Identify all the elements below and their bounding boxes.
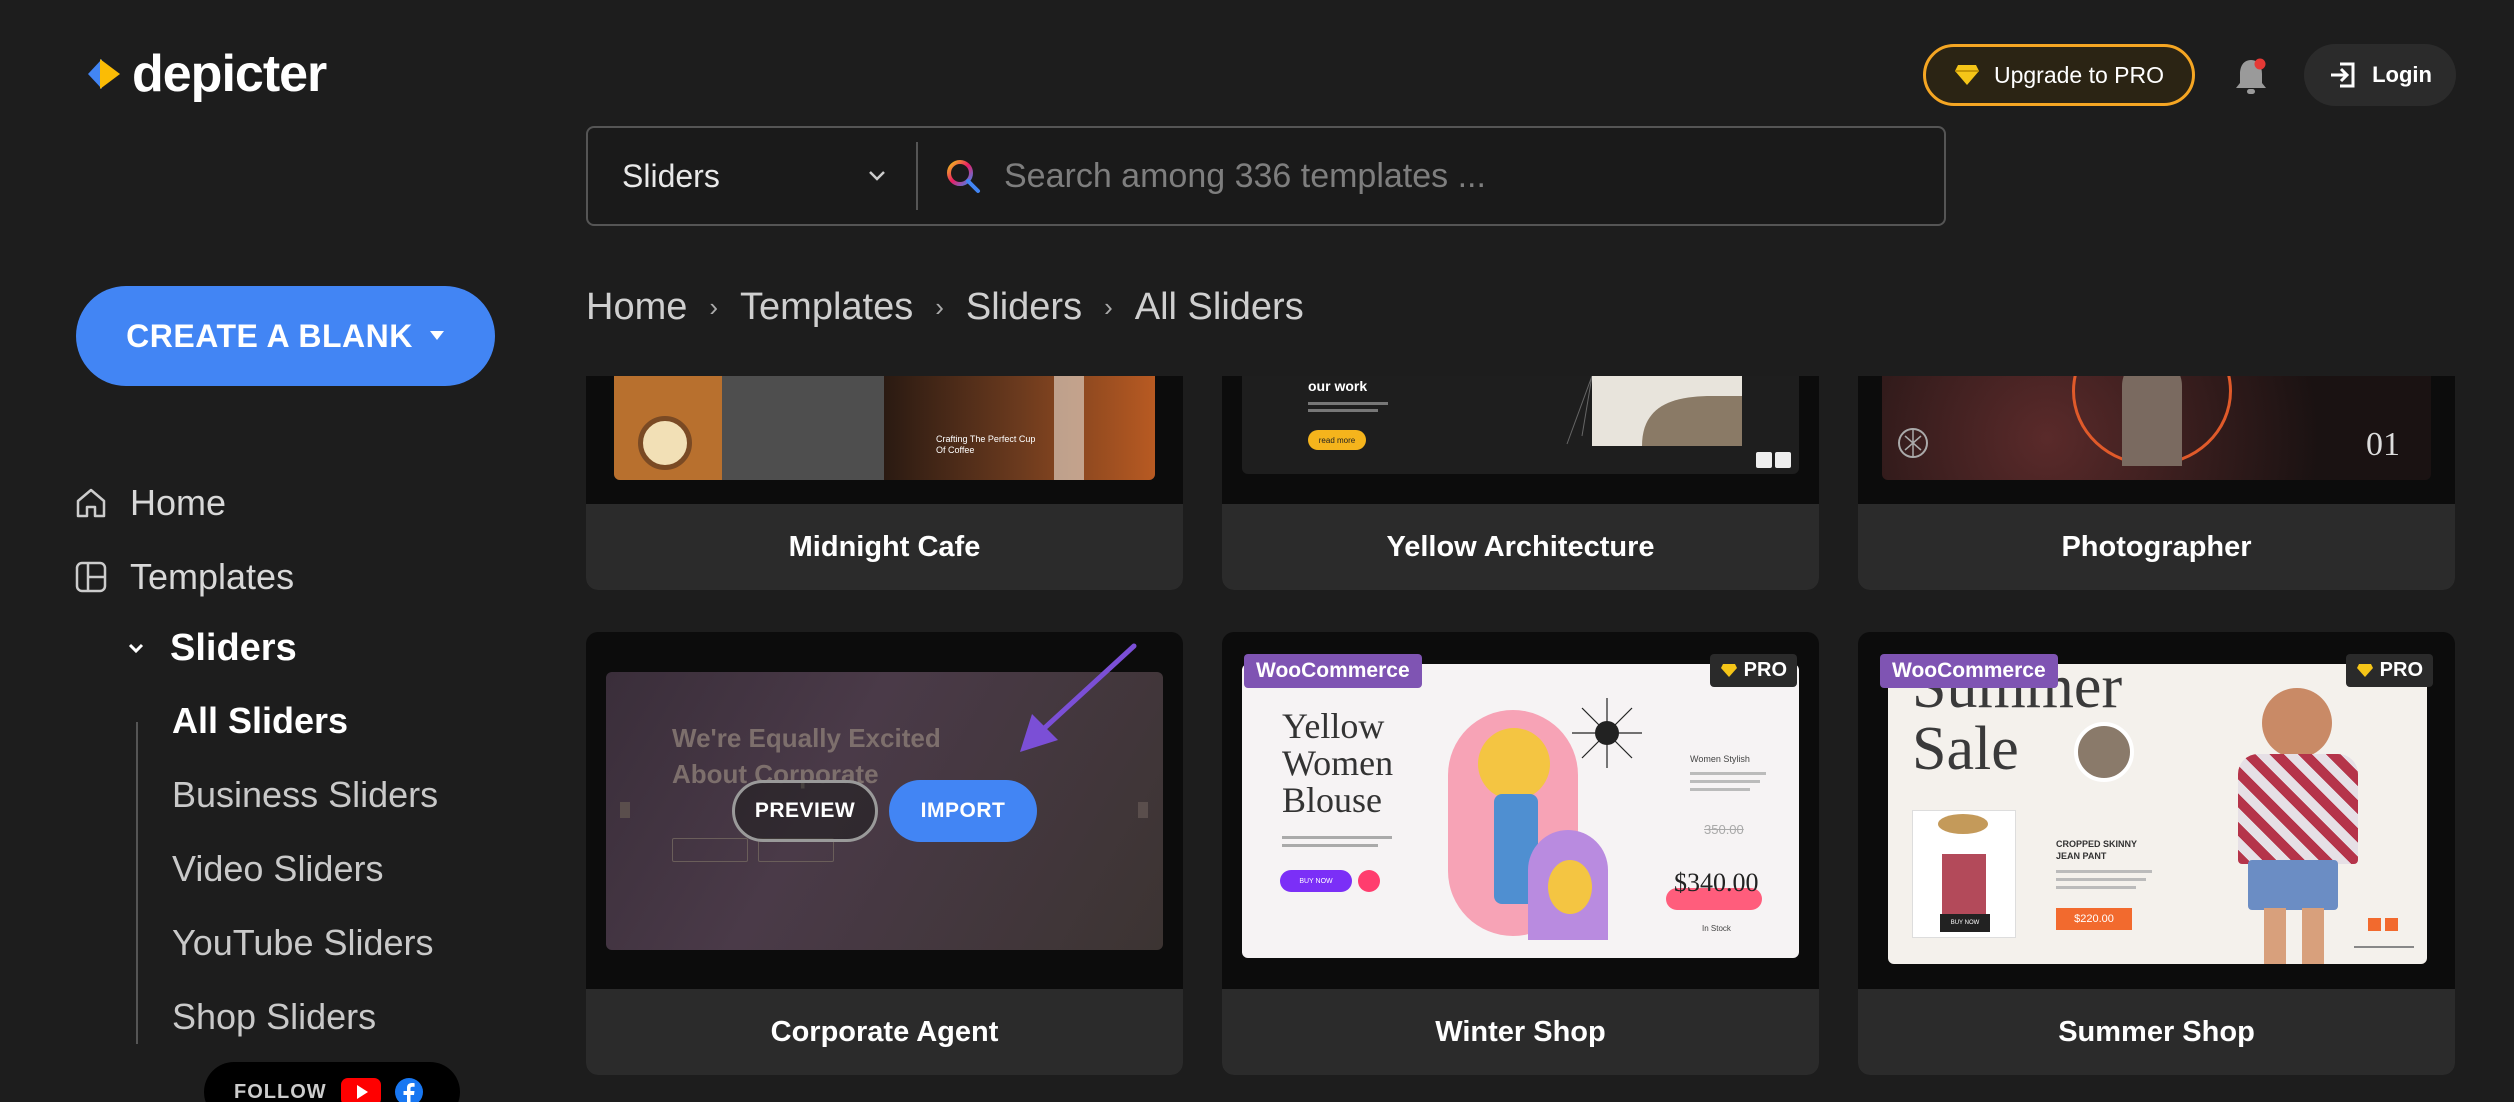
diamond-icon [1720, 664, 1737, 677]
sidebar-item-templates[interactable]: Templates [74, 556, 294, 598]
preview-button[interactable]: PREVIEW [732, 780, 878, 842]
thumbnail-buy-button: BUY NOW [1280, 870, 1352, 892]
woocommerce-badge: WooCommerce [1244, 654, 1422, 688]
upgrade-to-pro-button[interactable]: Upgrade to PRO [1923, 44, 2195, 106]
template-card-corporate-agent[interactable]: We're Equally Excited About Corporate PR… [586, 632, 1183, 1075]
template-card-winter-shop[interactable]: Yellow Women Blouse BUY NOW Women Stylis… [1222, 632, 1819, 1075]
diamond-icon [2356, 664, 2373, 677]
sidebar-item-all-sliders[interactable]: All Sliders [172, 700, 348, 742]
caret-down-icon [429, 331, 444, 340]
thumbnail-old-price: 350.00 [1704, 822, 1744, 837]
login-button[interactable]: Login [2304, 44, 2456, 106]
search-input[interactable] [1004, 146, 1944, 206]
breadcrumb-all-sliders: All Sliders [1134, 286, 1304, 328]
template-card-yellow-architecture[interactable]: our work read more Yellow Architecture [1222, 376, 1819, 590]
sidebar-item-video-sliders[interactable]: Video Sliders [172, 848, 383, 890]
sidebar-item-business-sliders[interactable]: Business Sliders [172, 774, 438, 816]
template-search-bar: Sliders [586, 126, 1946, 226]
sidebar-item-shop-sliders[interactable]: Shop Sliders [172, 996, 376, 1038]
pro-badge: PRO [1709, 654, 1797, 687]
thumbnail-price: $340.00 [1674, 868, 1759, 897]
template-card-summer-shop[interactable]: Summer Sale BUY NOW CROPPED SKINNY JEAN … [1858, 632, 2455, 1075]
sidebar-item-home[interactable]: Home [74, 482, 226, 524]
sidebar-item-youtube-sliders[interactable]: YouTube Sliders [172, 922, 434, 964]
import-button[interactable]: IMPORT [889, 780, 1037, 842]
templates-icon [75, 561, 107, 593]
template-thumbnail: Crafting The Perfect Cup Of Coffee [614, 376, 1155, 480]
notifications-button[interactable] [2232, 56, 2270, 96]
youtube-icon[interactable] [340, 1078, 381, 1102]
template-card-midnight-cafe[interactable]: Crafting The Perfect Cup Of Coffee Midni… [586, 376, 1183, 590]
template-name: Winter Shop [1222, 989, 1819, 1075]
login-label: Login [2372, 62, 2432, 87]
template-thumbnail: Summer Sale BUY NOW CROPPED SKINNY JEAN … [1888, 664, 2427, 964]
home-icon [76, 488, 106, 518]
template-thumbnail: Yellow Women Blouse BUY NOW Women Stylis… [1242, 664, 1799, 958]
sidebar-item-label: Sliders [170, 627, 297, 669]
facebook-icon[interactable] [394, 1078, 423, 1102]
template-thumbnail: 01 [1882, 376, 2431, 480]
thumbnail-text: Crafting The Perfect Cup Of Coffee [936, 434, 1036, 455]
chevron-down-icon [869, 171, 885, 181]
follow-label: FOLLOW [234, 1080, 327, 1102]
chevron-down-icon [128, 643, 144, 653]
pointer-arrow-icon [1020, 643, 1137, 752]
breadcrumb-sliders[interactable]: Sliders [966, 286, 1082, 329]
template-name: Corporate Agent [586, 989, 1183, 1075]
upgrade-label: Upgrade to PRO [1993, 61, 2165, 88]
follow-bar: FOLLOW [204, 1062, 460, 1102]
sidebar-item-sliders[interactable]: Sliders [128, 627, 297, 670]
search-icon [947, 160, 980, 193]
thumbnail-title-line2: Women [1282, 743, 1394, 783]
thumbnail-number: 01 [2366, 426, 2400, 463]
template-thumbnail: our work read more [1242, 376, 1799, 474]
breadcrumb-templates[interactable]: Templates [740, 286, 913, 329]
chevron-right-icon: › [709, 292, 719, 322]
thumbnail-stock: In Stock [1702, 924, 1731, 933]
sidebar-item-label: Home [130, 482, 227, 523]
category-select[interactable]: Sliders [588, 142, 918, 210]
template-name: Photographer [1858, 504, 2455, 590]
logo-mark-icon [84, 53, 126, 95]
submenu-divider [136, 722, 138, 1044]
template-name: Midnight Cafe [586, 504, 1183, 590]
sidebar-item-label: Templates [130, 556, 295, 597]
template-card-photographer[interactable]: 01 Photographer [1858, 376, 2455, 590]
chevron-right-icon: › [935, 292, 944, 322]
category-select-value: Sliders [622, 157, 720, 194]
breadcrumb-home[interactable]: Home [586, 286, 687, 329]
thumbnail-product: CROPPED SKINNY JEAN PANT [2056, 839, 2137, 861]
pro-badge-label: PRO [2379, 659, 2423, 681]
thumbnail-title-line3: Blouse [1282, 780, 1383, 820]
thumbnail-button: read more [1308, 430, 1366, 450]
logo-text: depicter [132, 45, 327, 103]
thumbnail-title-line1: Yellow [1282, 706, 1385, 746]
thumbnail-heading-line1: We're Equally Excited [672, 723, 941, 753]
thumbnail-buy-button: BUY NOW [1940, 914, 1990, 932]
diamond-icon [1954, 65, 1979, 85]
create-a-blank-label: CREATE A BLANK [126, 317, 413, 354]
thumbnail-heading: our work [1308, 378, 1368, 394]
woocommerce-badge: WooCommerce [1880, 654, 2058, 688]
thumbnail-product: Women Stylish [1690, 754, 1750, 764]
create-a-blank-button[interactable]: CREATE A BLANK [76, 286, 495, 386]
template-name: Summer Shop [1858, 989, 2455, 1075]
chevron-right-icon: › [1104, 292, 1113, 322]
template-name: Yellow Architecture [1222, 504, 1819, 590]
pro-badge: PRO [2345, 654, 2433, 687]
bell-icon [2236, 58, 2266, 94]
thumbnail-price: $220.00 [2056, 908, 2132, 930]
depicter-logo[interactable]: depicter [84, 44, 327, 104]
login-icon [2331, 62, 2355, 88]
pro-badge-label: PRO [1743, 659, 1787, 681]
breadcrumb: Home › Templates › Sliders › All Sliders [586, 286, 1304, 329]
